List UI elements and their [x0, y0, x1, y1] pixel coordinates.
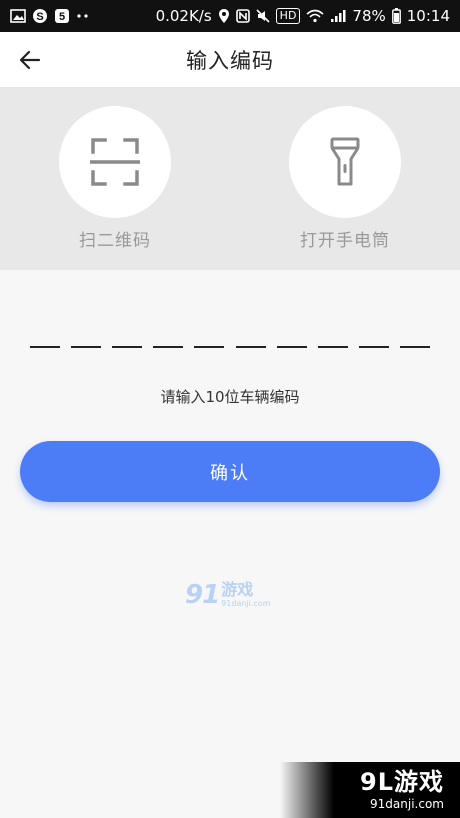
code-slot[interactable] — [71, 322, 102, 348]
input-hint: 请输入10位车辆编码 — [160, 388, 300, 406]
clock: 10:14 — [406, 7, 450, 25]
corner-watermark-url: 91danji.com — [370, 797, 444, 811]
scan-frame-icon — [90, 138, 140, 186]
arrow-left-icon — [19, 50, 41, 70]
status-left: S 5 — [10, 8, 90, 24]
corner-watermark-brand: 9L游戏 — [360, 768, 444, 796]
flashlight-button[interactable]: 打开手电筒 — [270, 106, 420, 251]
code-slot[interactable] — [194, 322, 225, 348]
watermark-text: 游戏 91danji.com — [221, 581, 270, 609]
watermark-url: 91danji.com — [221, 599, 271, 608]
status-bar: S 5 0.02K/s HD 78% 10:14 — [0, 0, 460, 32]
code-slot[interactable] — [112, 322, 143, 348]
svg-text:5: 5 — [59, 11, 65, 23]
mute-icon — [256, 9, 270, 23]
battery-percent: 78% — [352, 7, 386, 25]
location-icon — [218, 8, 230, 24]
code-slot[interactable] — [30, 322, 60, 348]
quick-actions: 扫二维码 打开手电筒 — [0, 88, 460, 270]
scan-qr-circle[interactable] — [59, 106, 171, 218]
code-slot[interactable] — [399, 322, 430, 348]
more-dots-icon — [76, 13, 90, 19]
site-watermark: 91 游戏 91danji.com — [185, 575, 285, 615]
scan-qr-label: 扫二维码 — [79, 231, 151, 251]
flashlight-label: 打开手电筒 — [300, 231, 390, 251]
scan-qr-button[interactable]: 扫二维码 — [40, 106, 190, 251]
flashlight-circle[interactable] — [289, 106, 401, 218]
signal-icon — [330, 9, 346, 23]
app-5-icon: 5 — [54, 8, 70, 24]
gallery-icon — [10, 9, 26, 23]
status-right: 0.02K/s HD 78% 10:14 — [156, 7, 450, 25]
nfc-icon — [235, 9, 250, 23]
code-slot[interactable] — [235, 322, 266, 348]
header-bar: 输入编码 — [0, 32, 460, 88]
flashlight-icon — [330, 137, 360, 186]
wifi-icon — [306, 9, 324, 23]
app-s-icon: S — [32, 8, 48, 24]
hd-badge: HD — [275, 8, 301, 24]
watermark-name: 游戏 — [221, 580, 254, 599]
code-slot[interactable] — [358, 322, 389, 348]
vehicle-code-input[interactable] — [30, 318, 430, 348]
svg-text:S: S — [36, 11, 43, 23]
network-speed: 0.02K/s — [155, 7, 212, 25]
corner-watermark: 9L游戏 91danji.com — [280, 762, 460, 818]
page-title: 输入编码 — [186, 48, 274, 73]
code-slot[interactable] — [276, 322, 307, 348]
battery-icon — [391, 8, 401, 24]
confirm-button[interactable]: 确认 — [20, 441, 440, 502]
code-slot[interactable] — [317, 322, 348, 348]
code-slot[interactable] — [153, 322, 184, 348]
back-button[interactable] — [14, 44, 46, 76]
watermark-brand: 91 — [185, 580, 220, 610]
